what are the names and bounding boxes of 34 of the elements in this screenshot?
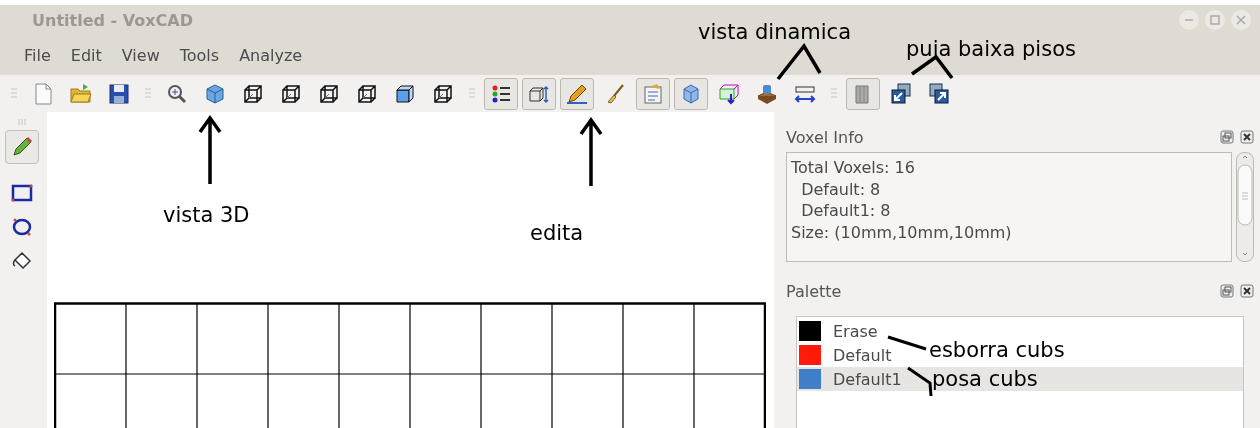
toolbar-button[interactable] <box>560 77 594 110</box>
folder-icon <box>69 81 93 106</box>
toolbar-button[interactable] <box>484 77 518 110</box>
float-button[interactable] <box>1220 130 1234 144</box>
annotation-label: vista 3D <box>163 205 250 226</box>
leader-line <box>887 335 927 351</box>
menu-item[interactable]: File <box>14 45 61 65</box>
float-button[interactable] <box>1220 284 1234 298</box>
info-text: Total Voxels: 16 Default: 8 Default1: 8 Size: (10mm,10mm,10mm) <box>786 152 1232 262</box>
pencil-icon <box>10 135 34 159</box>
menu-item[interactable]: Edit <box>60 45 112 65</box>
annotation-label: edita <box>530 223 584 244</box>
leader-line <box>907 366 933 397</box>
up-arrow <box>579 117 603 188</box>
annotation-label: vista dinamica <box>698 22 852 43</box>
menu-item[interactable]: Analyze <box>229 45 313 65</box>
up-arrow <box>198 115 222 186</box>
drawing-canvas[interactable] <box>47 112 774 428</box>
menu-item[interactable]: Tools <box>169 45 230 65</box>
layer-up-icon <box>927 81 951 106</box>
properties-icon <box>641 81 665 106</box>
panel-title: Voxel Info <box>786 127 865 147</box>
box-arrow-icon <box>717 81 741 106</box>
window-title: Untitled - VoxCAD <box>32 10 194 30</box>
tool-button[interactable] <box>5 130 39 164</box>
annotation-label: posa cubs <box>932 369 1038 390</box>
annotation-label: puja baixa pisos <box>906 39 1076 60</box>
annotation-label: esborra cubs <box>929 340 1065 361</box>
scrollbar[interactable] <box>1236 152 1254 262</box>
panel-title: Palette <box>786 281 843 301</box>
menu-item[interactable]: View <box>111 45 170 65</box>
close-button[interactable] <box>1240 130 1254 144</box>
layer-down-icon <box>889 81 913 106</box>
close-button[interactable] <box>1240 284 1254 298</box>
